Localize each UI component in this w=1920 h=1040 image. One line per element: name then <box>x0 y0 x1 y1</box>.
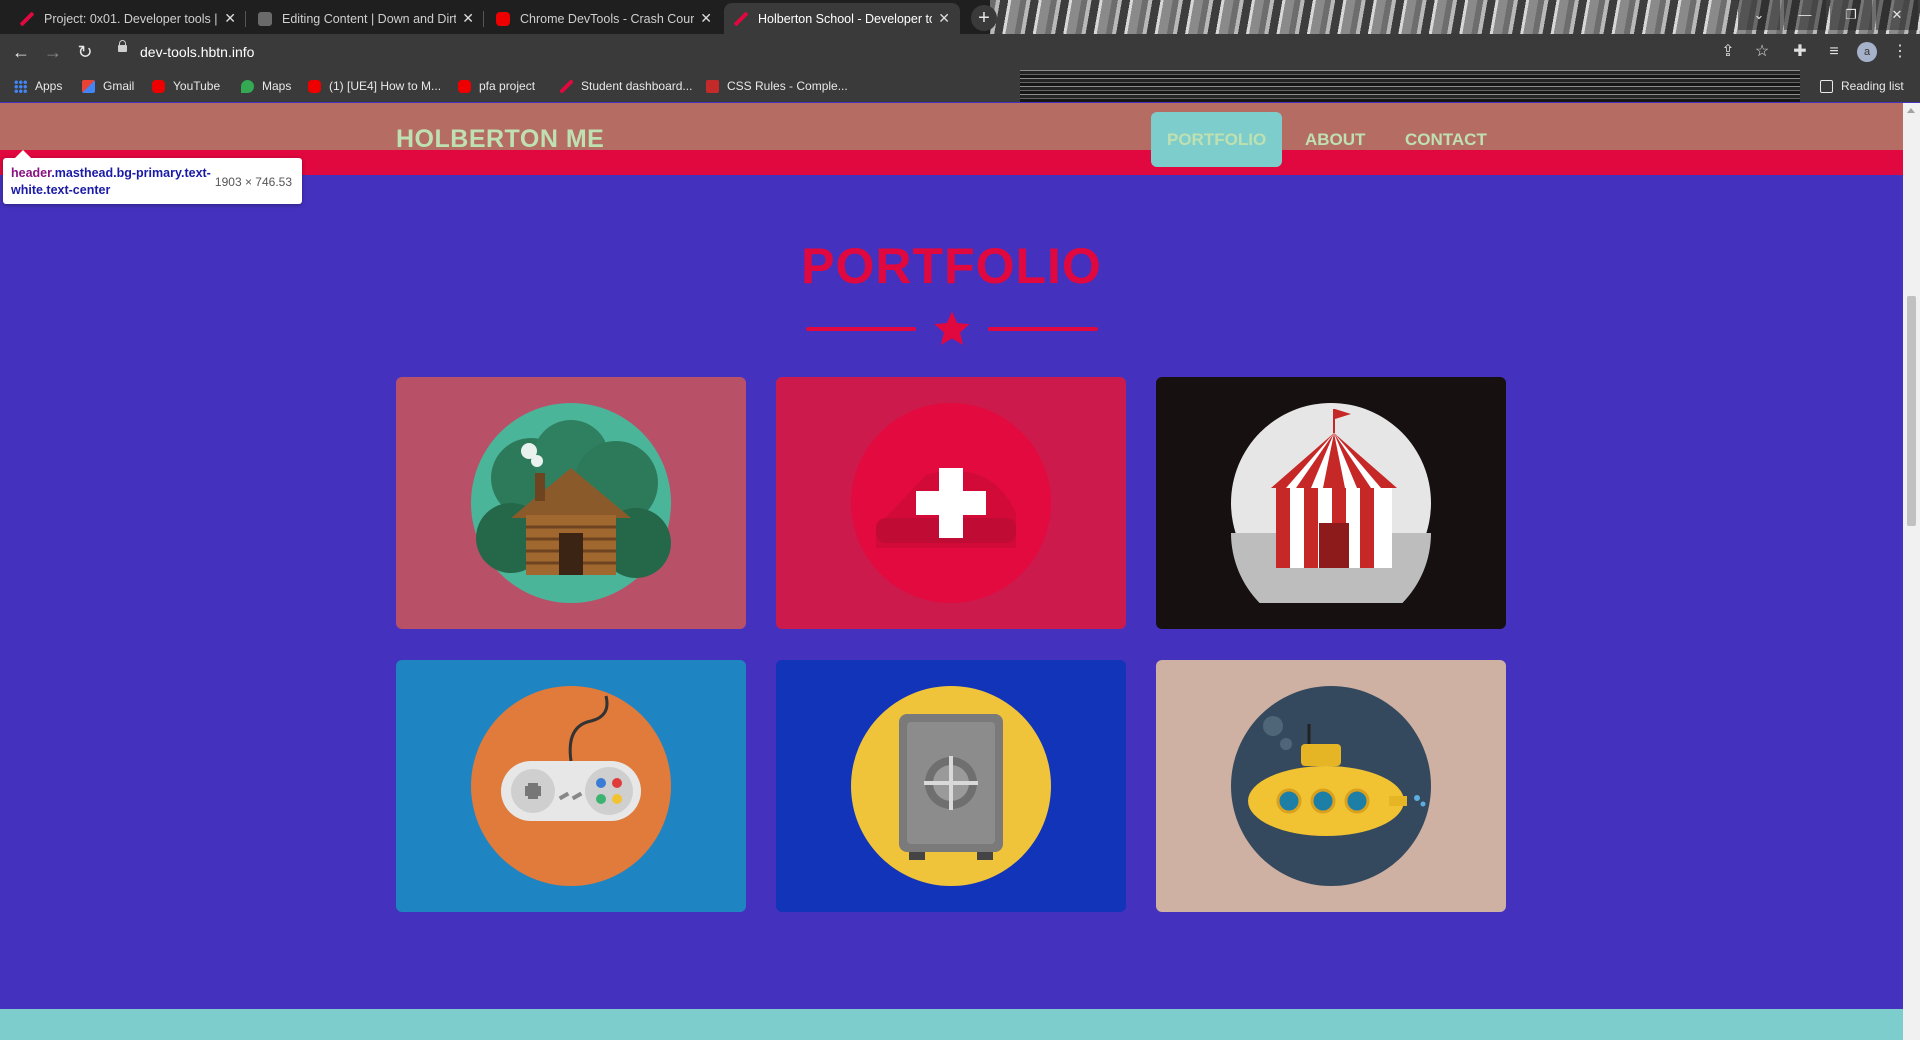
menu-icon[interactable]: ⋮ <box>1888 40 1912 64</box>
close-tab-icon[interactable]: ✕ <box>938 10 950 27</box>
profile-avatar[interactable]: a <box>1857 42 1877 62</box>
tab-title: Project: 0x01. Developer tools | H <box>44 11 219 26</box>
window-background-image <box>990 0 1920 34</box>
main-nav <box>0 103 1903 150</box>
page-scrollbar[interactable] <box>1903 103 1920 1040</box>
lock-icon <box>118 40 127 52</box>
brand-logo-text[interactable]: HOLBERTON ME <box>396 125 604 154</box>
nav-about[interactable]: ABOUT <box>1289 112 1381 167</box>
scrollbar-thumb[interactable] <box>1907 296 1916 526</box>
devtools-inspect-tooltip: header.masthead.bg-primary.text-white.te… <box>3 150 302 204</box>
book-icon <box>258 11 272 26</box>
bookmark-label: Gmail <box>103 79 135 93</box>
minimize-button[interactable]: — <box>1784 0 1826 30</box>
portfolio-heading: PORTFOLIO <box>801 238 1102 294</box>
selector-tag: header <box>11 166 52 180</box>
portfolio-item-game[interactable] <box>396 660 746 912</box>
divider-line-right <box>988 327 1098 331</box>
reading-list-button[interactable]: Reading list <box>1820 79 1904 93</box>
youtube-icon <box>496 11 510 26</box>
bookmark-maps[interactable]: Maps <box>241 79 291 93</box>
reading-list-label: Reading list <box>1841 79 1904 93</box>
share-icon[interactable]: ⇪ <box>1716 40 1740 64</box>
tab-title: Holberton School - Developer to <box>758 11 933 26</box>
browser-tab[interactable]: Chrome DevTools - Crash Course ✕ <box>486 3 722 34</box>
reading-list-icon <box>1820 79 1833 93</box>
portfolio-item-submarine[interactable] <box>1156 660 1506 912</box>
youtube-icon <box>308 79 321 93</box>
tab-separator <box>483 11 484 27</box>
cake-icon <box>851 403 1051 603</box>
bookmark-label: YouTube <box>173 79 221 93</box>
game-controller-icon <box>471 686 671 886</box>
bookmark-youtube[interactable]: YouTube <box>152 79 220 93</box>
bookmark-student-dashboard[interactable]: Student dashboard... <box>560 79 692 93</box>
background-decoration <box>1020 70 1800 102</box>
browser-tab-strip: Project: 0x01. Developer tools | H ✕ Edi… <box>0 0 1920 34</box>
apps-grid-icon <box>14 79 27 93</box>
reload-button[interactable]: ↻ <box>72 39 98 65</box>
restore-button[interactable]: ❐ <box>1830 0 1872 30</box>
bookmark-pfa-project[interactable]: pfa project <box>458 79 535 93</box>
url-text: dev-tools.hbtn.info <box>140 44 255 60</box>
portfolio-item-cabin[interactable] <box>396 377 746 629</box>
bookmark-ue4[interactable]: (1) [UE4] How to M... <box>308 79 441 93</box>
bookmark-apps[interactable]: Apps <box>14 79 62 93</box>
holberton-icon <box>734 11 748 26</box>
bookmark-label: pfa project <box>479 79 536 93</box>
portfolio-item-safe[interactable] <box>776 660 1126 912</box>
holberton-icon <box>560 79 573 93</box>
tab-title: Editing Content | Down and Dirty <box>282 11 457 26</box>
bookmark-label: CSS Rules - Comple... <box>727 79 848 93</box>
browser-tab[interactable]: Project: 0x01. Developer tools | H ✕ <box>10 3 246 34</box>
element-size: 1903 × 746.53 <box>214 175 292 189</box>
close-tab-icon[interactable]: ✕ <box>700 10 712 27</box>
bookmark-label: Maps <box>262 79 292 93</box>
star-icon <box>934 311 970 345</box>
bookmarks-bar: Apps Gmail YouTube Maps (1) [UE4] How to… <box>0 70 1920 102</box>
close-tab-icon[interactable]: ✕ <box>462 10 474 27</box>
bookmark-label: (1) [UE4] How to M... <box>329 79 442 93</box>
divider-line-left <box>806 327 916 331</box>
gmail-icon <box>82 79 95 93</box>
circus-tent-icon <box>1231 403 1431 603</box>
codecademy-icon <box>706 79 719 93</box>
media-icon[interactable]: ≡ <box>1822 40 1846 64</box>
browser-toolbar: ← → ↻ dev-tools.hbtn.info ⇪ ☆ ✚ ≡ a ⋮ <box>0 34 1920 70</box>
close-tab-icon[interactable]: ✕ <box>224 10 236 27</box>
scroll-up-arrow[interactable] <box>1907 108 1915 113</box>
holberton-icon <box>20 11 34 26</box>
youtube-icon <box>458 79 471 93</box>
address-bar[interactable]: dev-tools.hbtn.info <box>110 38 1710 66</box>
portfolio-item-cake[interactable] <box>776 377 1126 629</box>
extensions-icon[interactable]: ✚ <box>1788 40 1812 64</box>
cabin-icon <box>471 403 671 603</box>
back-button[interactable]: ← <box>8 39 34 65</box>
nav-portfolio[interactable]: PORTFOLIO <box>1151 112 1283 167</box>
new-tab-button[interactable]: + <box>971 5 997 31</box>
safe-icon <box>851 686 1051 886</box>
tab-separator <box>245 11 246 27</box>
portfolio-item-circus[interactable] <box>1156 377 1506 629</box>
bookmark-label: Apps <box>35 79 63 93</box>
youtube-icon <box>152 79 165 93</box>
tab-search-icon[interactable]: ⌄ <box>1738 0 1780 30</box>
close-window-button[interactable]: ✕ <box>1876 0 1918 30</box>
nav-contact[interactable]: CONTACT <box>1389 112 1503 167</box>
bookmark-css-rules[interactable]: CSS Rules - Comple... <box>706 79 848 93</box>
bookmark-star-icon[interactable]: ☆ <box>1750 40 1774 64</box>
submarine-icon <box>1231 686 1431 886</box>
browser-tab[interactable]: Editing Content | Down and Dirty ✕ <box>248 3 484 34</box>
browser-tab-active[interactable]: Holberton School - Developer to ✕ <box>724 3 960 34</box>
forward-button[interactable]: → <box>40 39 66 65</box>
next-section-band <box>0 1009 1903 1040</box>
element-selector: header.masthead.bg-primary.text-white.te… <box>11 165 211 199</box>
bookmark-gmail[interactable]: Gmail <box>82 79 134 93</box>
maps-icon <box>241 79 254 93</box>
bookmark-label: Student dashboard... <box>581 79 693 93</box>
tab-title: Chrome DevTools - Crash Course <box>520 11 695 26</box>
